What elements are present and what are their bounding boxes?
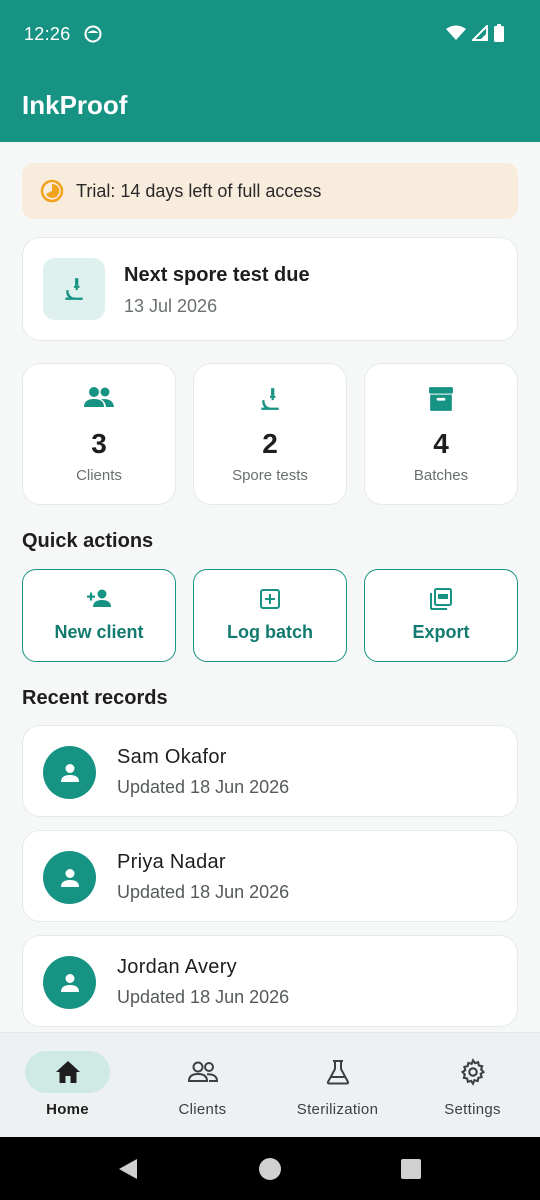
home-circle-icon[interactable]	[258, 1157, 282, 1181]
microscope-icon	[65, 278, 83, 300]
home-content[interactable]: Trial: 14 days left of full access Next …	[0, 142, 540, 1032]
trial-banner[interactable]: Trial: 14 days left of full access	[22, 163, 518, 219]
person-icon	[60, 973, 79, 992]
app-bar: InkProof	[0, 70, 540, 142]
status-bar: 12:26	[0, 0, 540, 70]
nav-sterilization-label: Sterilization	[296, 1101, 379, 1118]
battery-icon	[494, 24, 504, 42]
bottom-navigation: Home Clients Sterilization Settings	[0, 1032, 540, 1137]
nav-clients-label: Clients	[178, 1101, 227, 1118]
person-icon	[60, 763, 79, 782]
stat-spore-tests-label: Spore tests	[232, 467, 308, 484]
stat-spore-tests-card[interactable]: 2 Spore tests	[193, 363, 347, 505]
back-icon[interactable]	[117, 1158, 139, 1180]
nav-home-indicator	[25, 1051, 110, 1093]
record-updated: Updated 18 Jun 2026	[117, 777, 290, 797]
pdf-icon	[430, 588, 452, 610]
archive-box-icon	[429, 387, 453, 411]
nav-clients[interactable]: Clients	[135, 1033, 270, 1138]
app-title: InkProof	[22, 90, 128, 120]
people-icon	[84, 387, 114, 407]
nav-home-label: Home	[46, 1101, 89, 1118]
log-batch-button[interactable]: Log batch	[193, 569, 347, 662]
add-box-icon	[260, 589, 280, 609]
log-batch-label: Log batch	[227, 622, 313, 642]
stat-spore-tests-value: 2	[262, 428, 278, 459]
new-client-label: New client	[54, 622, 144, 642]
nav-sterilization[interactable]: Sterilization	[270, 1033, 405, 1138]
spore-test-title: Next spore test due	[124, 264, 310, 286]
notification-face-icon	[84, 25, 102, 43]
recents-square-icon[interactable]	[400, 1158, 422, 1180]
nav-home[interactable]: Home	[0, 1033, 135, 1138]
spore-icon-box	[43, 258, 105, 320]
record-row[interactable]: Jordan Avery Updated 18 Jun 2026	[22, 935, 518, 1027]
spore-test-date: 13 Jul 2026	[124, 296, 218, 316]
next-spore-test-card[interactable]: Next spore test due 13 Jul 2026	[22, 237, 518, 341]
stat-batches-label: Batches	[413, 467, 469, 484]
gear-icon	[460, 1058, 485, 1086]
signal-icon	[472, 25, 488, 41]
people-outline-icon	[187, 1061, 218, 1082]
trial-text: Trial: 14 days left of full access	[76, 180, 322, 201]
flask-icon	[326, 1060, 349, 1085]
trial-clock-icon	[40, 179, 64, 203]
record-row[interactable]: Sam Okafor Updated 18 Jun 2026	[22, 725, 518, 817]
nav-settings[interactable]: Settings	[405, 1033, 540, 1138]
stat-clients-value: 3	[91, 428, 107, 459]
stat-clients-card[interactable]: 3 Clients	[22, 363, 176, 505]
stat-batches-value: 4	[433, 428, 449, 459]
recent-records-title: Recent records	[22, 687, 168, 709]
microscope-icon	[261, 388, 279, 410]
wifi-icon	[446, 25, 466, 40]
export-button[interactable]: Export	[364, 569, 518, 662]
record-updated: Updated 18 Jun 2026	[117, 882, 290, 902]
export-label: Export	[412, 622, 470, 642]
person-icon	[60, 868, 79, 887]
new-client-button[interactable]: New client	[22, 569, 176, 662]
stat-clients-label: Clients	[76, 467, 122, 484]
record-name: Sam Okafor	[117, 746, 227, 768]
person-add-icon	[87, 589, 111, 607]
record-name: Priya Nadar	[117, 851, 226, 873]
quick-actions-title: Quick actions	[22, 530, 154, 552]
stat-batches-card[interactable]: 4 Batches	[364, 363, 518, 505]
record-updated: Updated 18 Jun 2026	[117, 987, 290, 1007]
system-navigation-bar	[0, 1137, 540, 1200]
avatar	[43, 956, 96, 1009]
home-icon	[55, 1061, 80, 1083]
status-time: 12:26	[24, 24, 71, 44]
avatar	[43, 851, 96, 904]
avatar	[43, 746, 96, 799]
nav-settings-label: Settings	[444, 1101, 501, 1118]
record-name: Jordan Avery	[117, 956, 237, 978]
record-row[interactable]: Priya Nadar Updated 18 Jun 2026	[22, 830, 518, 922]
